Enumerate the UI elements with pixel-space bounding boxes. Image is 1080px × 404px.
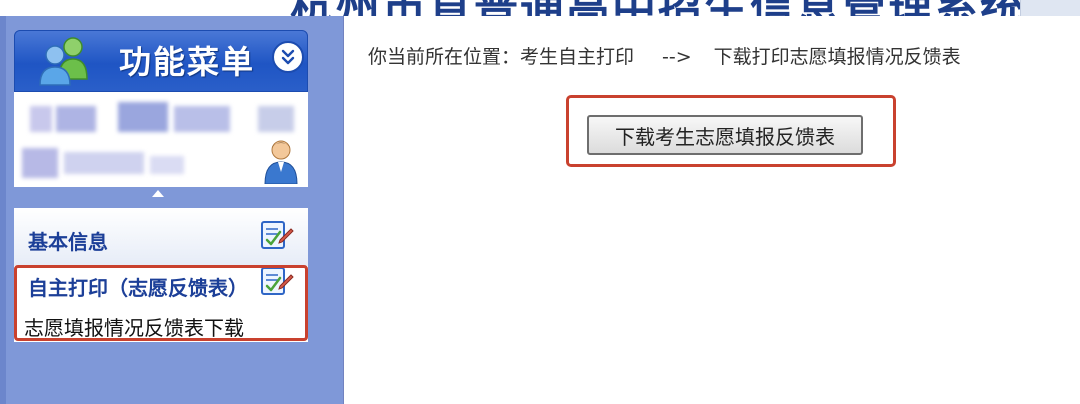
redacted-text	[22, 148, 58, 178]
breadcrumb-section: 考生自主打印	[520, 46, 635, 68]
redacted-text	[150, 156, 184, 174]
top-banner: 杭州市直普通高中招生信息管理系统	[0, 0, 1080, 16]
redacted-text	[174, 106, 230, 132]
expand-up-icon[interactable]	[152, 190, 164, 197]
nav-item-label: 基本信息	[28, 230, 108, 254]
system-title: 杭州市直普通高中招生信息管理系统	[290, 0, 1026, 16]
redacted-text	[118, 102, 168, 132]
breadcrumb-page: 下载打印志愿填报情况反馈表	[713, 46, 961, 68]
chevron-double-down-icon[interactable]	[272, 41, 304, 73]
redacted-text	[56, 106, 96, 132]
breadcrumb-prefix: 你当前所在位置：	[368, 46, 521, 68]
user-avatar-icon	[264, 140, 298, 184]
redacted-text	[258, 106, 294, 132]
sidebar-edge	[0, 16, 6, 404]
redacted-text	[64, 152, 144, 174]
highlight-box	[14, 265, 308, 341]
highlight-box	[566, 95, 896, 167]
nav-item-basic-info[interactable]: 基本信息	[14, 208, 308, 266]
users-group-icon	[39, 37, 88, 86]
user-info-panel	[14, 92, 308, 187]
redacted-text	[30, 106, 52, 132]
menu-title: 功能菜单	[119, 43, 256, 81]
breadcrumb: 你当前所在位置：考生自主打印 --> 下载打印志愿填报情况反馈表	[368, 42, 961, 69]
banner-edge	[1020, 0, 1080, 16]
menu-header: 功能菜单	[14, 30, 308, 92]
breadcrumb-separator: -->	[662, 46, 692, 68]
edit-form-icon	[261, 221, 294, 249]
